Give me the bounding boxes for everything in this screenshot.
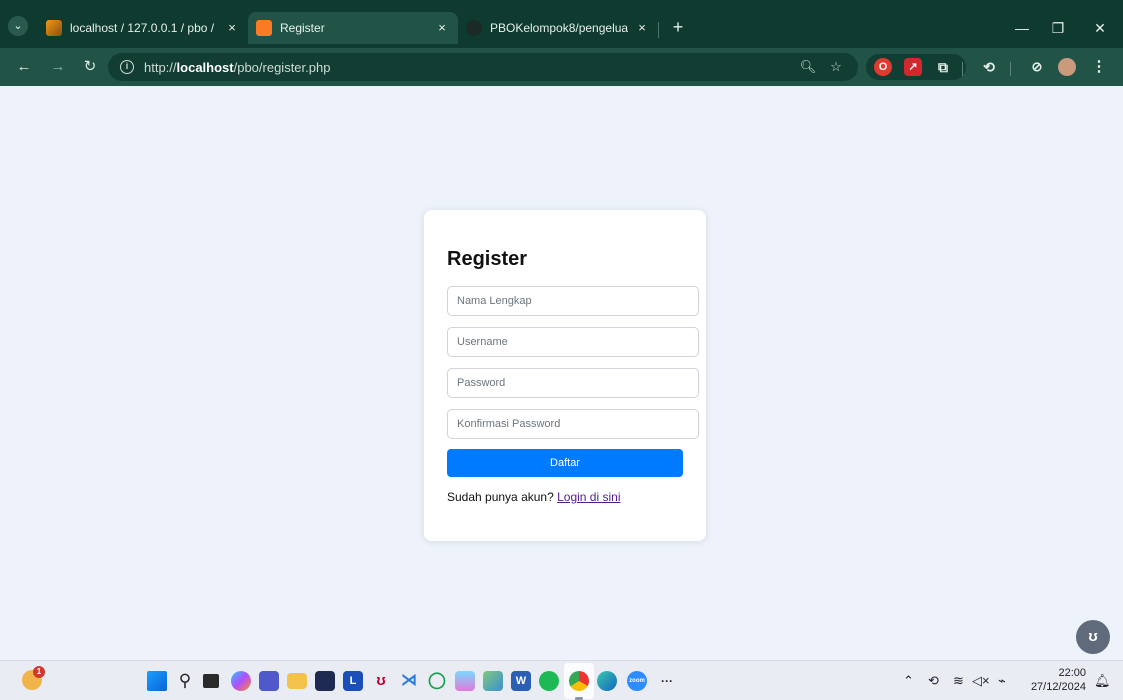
toolbar-separator — [1010, 62, 1011, 76]
login-link[interactable]: Login di sini — [557, 490, 620, 504]
profile-avatar[interactable] — [1058, 58, 1076, 76]
browser-toolbar: ← → ↻ i http://localhost/pbo/register.ph… — [0, 48, 1123, 86]
opera-extension-icon[interactable]: O — [874, 58, 892, 76]
windows-taskbar: 1 ⚲ L ʊ ⋊ ◯ W zoom ··· ⌃ ⟲ ≋ ◁× ⌁ 22:00 … — [0, 660, 1123, 700]
whatsapp-icon[interactable]: ◯ — [427, 671, 447, 691]
puzzle-extension-icon[interactable]: ⧉ — [934, 58, 952, 76]
close-tab-icon[interactable]: × — [224, 20, 240, 36]
tab-separator — [658, 22, 659, 38]
back-icon[interactable]: ← — [14, 57, 34, 77]
daftar-button[interactable]: Daftar — [447, 449, 683, 477]
tab-search-icon[interactable]: ⌄ — [8, 16, 28, 36]
network-sync-icon[interactable]: ⟲ — [928, 671, 939, 691]
performance-icon[interactable]: ⊘ — [1028, 58, 1046, 76]
snipping-tool-icon[interactable] — [455, 671, 475, 691]
tab-phpmyadmin[interactable]: localhost / 127.0.0.1 / pbo / pen × — [38, 12, 248, 44]
bell-icon[interactable]: 🔔︎ — [1094, 671, 1111, 691]
history-icon[interactable]: ⟲ — [980, 58, 998, 76]
chrome-icon[interactable] — [569, 671, 589, 691]
username-input[interactable] — [447, 327, 699, 357]
login-prompt-text: Sudah punya akun? — [447, 490, 554, 504]
close-window-icon[interactable]: ✕ — [1086, 18, 1114, 38]
forward-icon[interactable]: → — [48, 57, 68, 77]
tab-strip: ⌄ localhost / 127.0.0.1 / pbo / pen × Re… — [0, 8, 1123, 48]
github-icon — [466, 20, 482, 36]
tab-register[interactable]: Register × — [248, 12, 458, 44]
tab-title: Register — [280, 21, 325, 35]
edge-icon[interactable] — [597, 671, 617, 691]
windows-start-icon[interactable] — [147, 671, 167, 691]
tab-github[interactable]: PBOKelompok8/pengeluaran_h × — [458, 12, 658, 44]
login-prompt: Sudah punya akun? Login di sini — [447, 490, 620, 504]
restore-icon[interactable]: ❐ — [1044, 18, 1072, 38]
confirm-password-input[interactable] — [447, 409, 699, 439]
new-tab-button[interactable]: + — [668, 18, 688, 38]
nama-lengkap-input[interactable] — [447, 286, 699, 316]
clock[interactable]: 22:00 27/12/2024 — [1024, 666, 1086, 694]
shield-extension-icon[interactable]: ʊ — [1076, 620, 1110, 654]
copilot-icon[interactable] — [231, 671, 251, 691]
minimize-icon[interactable]: — — [1008, 18, 1036, 38]
browser-tab-bar: ⌄ localhost / 127.0.0.1 / pbo / pen × Re… — [0, 0, 1123, 48]
photos-icon[interactable] — [483, 671, 503, 691]
more-apps-icon[interactable]: ··· — [657, 671, 677, 691]
reload-icon[interactable]: ↻ — [80, 57, 100, 77]
weather-badge: 1 — [33, 666, 45, 678]
tab-title: localhost / 127.0.0.1 / pbo / pen — [70, 21, 218, 35]
page-viewport: Register Daftar Sudah punya akun? Login … — [0, 86, 1123, 660]
wifi-icon[interactable]: ≋ — [953, 671, 964, 691]
address-bar[interactable]: i http://localhost/pbo/register.php 🔍︎ ☆ — [108, 53, 858, 81]
mcafee-icon[interactable]: ʊ — [371, 671, 391, 691]
teams-icon[interactable] — [259, 671, 279, 691]
xampp-icon — [256, 20, 272, 36]
clock-date: 27/12/2024 — [1030, 681, 1086, 693]
volume-icon[interactable]: ◁× — [972, 671, 990, 691]
toolbar-separator — [962, 62, 963, 76]
store-icon[interactable] — [315, 671, 335, 691]
vscode-icon[interactable]: ⋊ — [399, 671, 419, 691]
close-tab-icon[interactable]: × — [434, 20, 450, 36]
battery-icon[interactable]: ⌁ — [998, 671, 1006, 691]
arrow-extension-icon[interactable]: ↗ — [904, 58, 922, 76]
password-input[interactable] — [447, 368, 699, 398]
menu-icon[interactable]: ⋮ — [1090, 58, 1108, 76]
chevron-up-icon[interactable]: ⌃ — [903, 671, 914, 691]
url-text: http://localhost/pbo/register.php — [144, 59, 331, 75]
zoom-app-icon[interactable]: zoom — [627, 671, 647, 691]
spotify-icon[interactable] — [539, 671, 559, 691]
word-icon[interactable]: W — [511, 671, 531, 691]
zoom-icon[interactable]: 🔍︎ — [798, 57, 818, 77]
star-icon[interactable]: ☆ — [826, 57, 846, 77]
page-title: Register — [447, 248, 528, 270]
phpmyadmin-icon — [46, 20, 62, 36]
search-icon[interactable]: ⚲ — [175, 671, 195, 691]
task-view-icon[interactable] — [203, 674, 219, 688]
clock-time: 22:00 — [1058, 667, 1086, 679]
lenovo-icon[interactable]: L — [343, 671, 363, 691]
tab-title: PBOKelompok8/pengeluaran_h — [490, 21, 628, 35]
info-icon[interactable]: i — [120, 60, 134, 74]
file-explorer-icon[interactable] — [287, 673, 307, 689]
register-card: Register Daftar Sudah punya akun? Login … — [424, 210, 706, 541]
close-tab-icon[interactable]: × — [634, 20, 650, 36]
